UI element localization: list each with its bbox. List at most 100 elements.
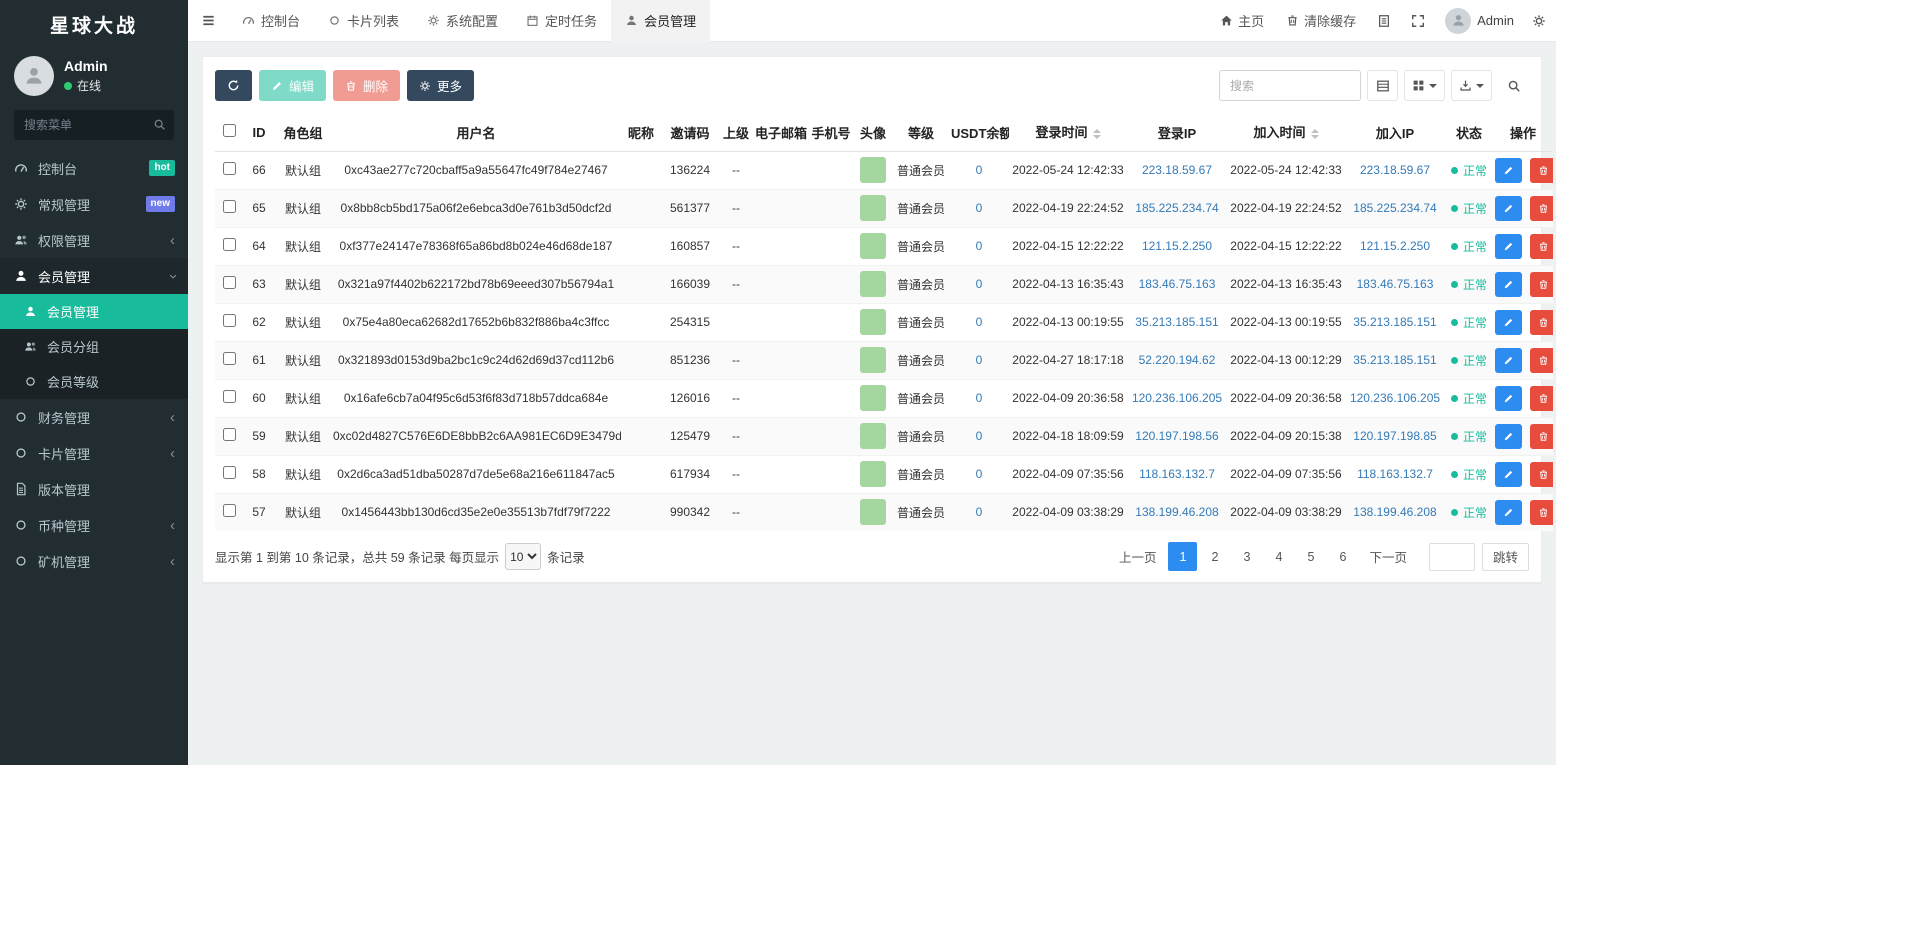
prev-page-button[interactable]: 上一页 xyxy=(1110,542,1166,571)
row-edit-button[interactable] xyxy=(1495,158,1522,183)
row-checkbox[interactable] xyxy=(223,200,236,213)
page-icon[interactable] xyxy=(1367,0,1401,42)
topbar-username[interactable]: Admin xyxy=(1477,13,1522,28)
sidebar-item-console[interactable]: 控制台 hot xyxy=(0,150,188,186)
column-header[interactable]: 登录时间 xyxy=(1009,114,1127,151)
table-row[interactable]: 60 默认组 0x16afe6cb7a04f95c6d53f6f83d718b5… xyxy=(215,379,1553,417)
row-delete-button[interactable] xyxy=(1530,196,1553,221)
usdt-balance-link[interactable]: 0 xyxy=(976,429,983,443)
usdt-balance-link[interactable]: 0 xyxy=(976,201,983,215)
row-edit-button[interactable] xyxy=(1495,348,1522,373)
join-ip-link[interactable]: 183.46.75.163 xyxy=(1357,277,1434,291)
row-checkbox[interactable] xyxy=(223,314,236,327)
login-ip-link[interactable]: 35.213.185.151 xyxy=(1135,315,1218,329)
sort-icon[interactable] xyxy=(1093,125,1101,143)
table-row[interactable]: 63 默认组 0x321a97f4402b622172bd78b69eeed30… xyxy=(215,265,1553,303)
table-row[interactable]: 62 默认组 0x75e4a80eca62682d17652b6b832f886… xyxy=(215,303,1553,341)
row-checkbox[interactable] xyxy=(223,352,236,365)
delete-button[interactable]: 删除 xyxy=(333,70,400,101)
join-ip-link[interactable]: 121.15.2.250 xyxy=(1360,239,1430,253)
login-ip-link[interactable]: 120.197.198.56 xyxy=(1135,429,1218,443)
usdt-balance-link[interactable]: 0 xyxy=(976,277,983,291)
join-ip-link[interactable]: 120.197.198.85 xyxy=(1353,429,1436,443)
table-row[interactable]: 58 默认组 0x2d6ca3ad51dba50287d7de5e68a216e… xyxy=(215,455,1553,493)
tab-console[interactable]: 控制台 xyxy=(228,0,314,42)
login-ip-link[interactable]: 121.15.2.250 xyxy=(1142,239,1212,253)
login-ip-link[interactable]: 138.199.46.208 xyxy=(1135,505,1218,519)
join-ip-link[interactable]: 223.18.59.67 xyxy=(1360,163,1430,177)
edit-button[interactable]: 编辑 xyxy=(259,70,326,101)
sort-icon[interactable] xyxy=(1311,125,1319,143)
row-delete-button[interactable] xyxy=(1530,424,1553,449)
columns-button[interactable] xyxy=(1404,70,1445,101)
row-edit-button[interactable] xyxy=(1495,500,1522,525)
table-row[interactable]: 66 默认组 0xc43ae277c720cbaff5a9a55647fc49f… xyxy=(215,151,1553,189)
sidebar-item-versions[interactable]: 版本管理 xyxy=(0,471,188,507)
submenu-item-member-groups[interactable]: 会员分组 xyxy=(0,329,188,364)
table-row[interactable]: 65 默认组 0x8bb8cb5bd175a06f2e6ebca3d0e761b… xyxy=(215,189,1553,227)
submenu-item-member-manage[interactable]: 会员管理 xyxy=(0,294,188,329)
table-search-input[interactable] xyxy=(1219,70,1361,101)
table-row[interactable]: 59 默认组 0xc02d4827C576E6DE8bbB2c6AA981EC6… xyxy=(215,417,1553,455)
row-delete-button[interactable] xyxy=(1530,310,1553,335)
row-edit-button[interactable] xyxy=(1495,234,1522,259)
row-edit-button[interactable] xyxy=(1495,386,1522,411)
row-delete-button[interactable] xyxy=(1530,462,1553,487)
tab-member-manage[interactable]: 会员管理 xyxy=(611,0,710,42)
usdt-balance-link[interactable]: 0 xyxy=(976,239,983,253)
sidebar-item-members[interactable]: 会员管理 ‹ xyxy=(0,258,188,294)
join-ip-link[interactable]: 138.199.46.208 xyxy=(1353,505,1436,519)
join-ip-link[interactable]: 118.163.132.7 xyxy=(1357,467,1433,481)
row-checkbox[interactable] xyxy=(223,238,236,251)
page-size-select[interactable]: 10 xyxy=(505,543,541,570)
login-ip-link[interactable]: 185.225.234.74 xyxy=(1135,201,1218,215)
join-ip-link[interactable]: 120.236.106.205 xyxy=(1350,391,1440,405)
menu-search-input[interactable] xyxy=(14,110,174,140)
toggle-view-button[interactable] xyxy=(1367,70,1398,101)
jump-button[interactable]: 跳转 xyxy=(1482,543,1529,571)
login-ip-link[interactable]: 120.236.106.205 xyxy=(1132,391,1222,405)
settings-gear-icon[interactable] xyxy=(1522,0,1556,42)
submenu-item-member-levels[interactable]: 会员等级 xyxy=(0,364,188,399)
row-delete-button[interactable] xyxy=(1530,158,1553,183)
tab-scheduled-tasks[interactable]: 定时任务 xyxy=(512,0,611,42)
row-edit-button[interactable] xyxy=(1495,462,1522,487)
page-number-button[interactable]: 6 xyxy=(1328,542,1357,571)
page-number-button[interactable]: 2 xyxy=(1200,542,1229,571)
hamburger-icon[interactable] xyxy=(188,0,228,42)
row-edit-button[interactable] xyxy=(1495,310,1522,335)
login-ip-link[interactable]: 223.18.59.67 xyxy=(1142,163,1212,177)
join-ip-link[interactable]: 35.213.185.151 xyxy=(1353,353,1436,367)
row-delete-button[interactable] xyxy=(1530,234,1553,259)
row-delete-button[interactable] xyxy=(1530,386,1553,411)
login-ip-link[interactable]: 183.46.75.163 xyxy=(1139,277,1216,291)
page-number-button[interactable]: 4 xyxy=(1264,542,1293,571)
table-row[interactable]: 57 默认组 0x1456443bb130d6cd35e2e0e35513b7f… xyxy=(215,493,1553,531)
usdt-balance-link[interactable]: 0 xyxy=(976,505,983,519)
row-checkbox[interactable] xyxy=(223,466,236,479)
row-delete-button[interactable] xyxy=(1530,348,1553,373)
export-button[interactable] xyxy=(1451,70,1492,101)
tab-system-config[interactable]: 系统配置 xyxy=(413,0,512,42)
row-delete-button[interactable] xyxy=(1530,500,1553,525)
row-checkbox[interactable] xyxy=(223,428,236,441)
more-button[interactable]: 更多 xyxy=(407,70,474,101)
row-checkbox[interactable] xyxy=(223,390,236,403)
usdt-balance-link[interactable]: 0 xyxy=(976,353,983,367)
search-toggle-button[interactable] xyxy=(1498,70,1529,101)
row-edit-button[interactable] xyxy=(1495,196,1522,221)
next-page-button[interactable]: 下一页 xyxy=(1360,542,1416,571)
sidebar-item-permissions[interactable]: 权限管理 ‹ xyxy=(0,222,188,258)
usdt-balance-link[interactable]: 0 xyxy=(976,391,983,405)
row-edit-button[interactable] xyxy=(1495,272,1522,297)
sidebar-item-finance[interactable]: 财务管理 ‹ xyxy=(0,399,188,435)
tab-card-list[interactable]: 卡片列表 xyxy=(314,0,413,42)
row-delete-button[interactable] xyxy=(1530,272,1553,297)
column-header[interactable]: 加入时间 xyxy=(1227,114,1345,151)
table-row[interactable]: 61 默认组 0x321893d0153d9ba2bc1c9c24d62d69d… xyxy=(215,341,1553,379)
usdt-balance-link[interactable]: 0 xyxy=(976,315,983,329)
clear-cache-link[interactable]: 清除缓存 xyxy=(1275,0,1367,42)
refresh-button[interactable] xyxy=(215,70,252,101)
table-row[interactable]: 64 默认组 0xf377e24147e78368f65a86bd8b024e4… xyxy=(215,227,1553,265)
usdt-balance-link[interactable]: 0 xyxy=(976,467,983,481)
